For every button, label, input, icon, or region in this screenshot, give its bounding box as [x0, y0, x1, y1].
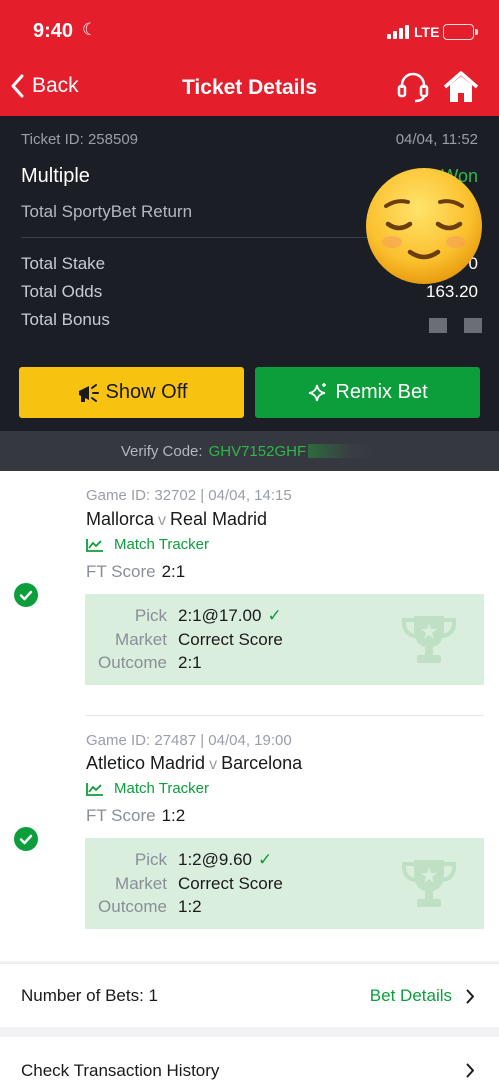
relieved-face-emoji [366, 168, 482, 284]
total-odds-label: Total Odds [21, 282, 103, 301]
home-icon [443, 71, 479, 102]
moon-icon: ☾ [82, 20, 98, 39]
market-label: Market [115, 630, 167, 649]
away-team: Barcelona [221, 753, 303, 773]
bonus-square-icon [429, 318, 447, 333]
chevron-right-icon [466, 989, 474, 1003]
match-teams: Mallorca v Real Madrid [86, 509, 267, 530]
pick-box: Pick 2:1@17.00 ✓ Market Correct Score Out… [85, 594, 484, 685]
pick-value-text: 1:2@9.60 [178, 850, 252, 869]
redacted-block [308, 444, 379, 458]
nav-bar: Back Ticket Details [0, 60, 499, 116]
chart-line-icon [86, 782, 103, 796]
home-team: Mallorca [86, 509, 155, 529]
outcome-value: 2:1 [178, 653, 202, 672]
bonus-flag-icon [464, 318, 482, 333]
game-id: Game ID: 32702 | 04/04, 14:15 [86, 487, 292, 504]
check-circle-icon [14, 827, 38, 851]
match-tracker-label: Match Tracker [114, 780, 210, 797]
away-team: Real Madrid [170, 509, 268, 529]
bet-count-label: Number of Bets: 1 [21, 986, 159, 1005]
check-icon: ✓ [267, 606, 282, 625]
match-teams: Atletico Madrid v Barcelona [86, 753, 302, 774]
bet-type: Multiple [21, 165, 90, 187]
market-value: Correct Score [178, 630, 283, 649]
outcome-label: Outcome [98, 897, 167, 916]
verify-code-value: GHV7152GHF [208, 442, 307, 460]
remix-bet-button[interactable]: Remix Bet [255, 367, 480, 418]
divider [21, 237, 399, 238]
trophy-icon [401, 616, 457, 663]
market-label: Market [115, 874, 167, 893]
show-off-button[interactable]: Show Off [19, 367, 244, 418]
verify-code-bar: Verify Code: GHV7152GHF [0, 431, 499, 471]
total-stake-label: Total Stake [21, 254, 106, 273]
chart-line-icon [86, 538, 103, 552]
match-tracker-label: Match Tracker [114, 536, 210, 553]
divider [86, 715, 484, 716]
bet-count-row: Number of Bets: 1 Bet Details [0, 963, 499, 1027]
signal-icon [387, 25, 409, 39]
home-button[interactable] [443, 71, 479, 108]
match-tracker-link[interactable]: Match Tracker [86, 536, 209, 553]
pick-value: 1:2@9.60 ✓ [178, 850, 272, 870]
pick-label: Pick [134, 850, 167, 869]
support-button[interactable] [396, 72, 430, 109]
show-off-label: Show Off [105, 381, 188, 403]
status-time: 9:40 [33, 20, 74, 42]
ticket-id: Ticket ID: 258509 [21, 131, 139, 148]
versus-label: v [158, 512, 167, 529]
bet-details-link[interactable]: Bet Details [370, 986, 475, 1006]
verify-code-label: Verify Code: [120, 442, 203, 460]
status-bar: 9:40 ☾ LTE [0, 0, 499, 60]
outcome-value: 1:2 [178, 897, 202, 916]
bet-details-label: Bet Details [369, 986, 452, 1005]
network-label: LTE [414, 24, 440, 40]
chevron-right-icon [466, 1063, 474, 1078]
remix-bet-label: Remix Bet [335, 381, 428, 403]
ticket-date: 04/04, 11:52 [395, 131, 478, 148]
transaction-history-row[interactable]: Check Transaction History [0, 1037, 499, 1080]
sparkle-icon [309, 382, 327, 401]
bonus-icons [429, 318, 482, 333]
check-circle-icon [14, 583, 38, 607]
pick-value: 2:1@17.00 ✓ [178, 606, 282, 626]
game-id: Game ID: 27487 | 04/04, 19:00 [86, 732, 292, 749]
outcome-label: Outcome [98, 653, 167, 672]
battery-icon [443, 24, 478, 40]
pick-box: Pick 1:2@9.60 ✓ Market Correct Score Outc… [85, 838, 484, 929]
game-list: Game ID: 32702 | 04/04, 14:15 Mallorca v R… [0, 471, 499, 961]
pick-label: Pick [134, 606, 167, 625]
versus-label: v [209, 756, 218, 773]
ft-score-value: 1:2 [161, 806, 186, 825]
total-return-label: Total SportyBet Return [21, 202, 193, 221]
ft-score: FT Score 1:2 [86, 806, 185, 826]
total-bonus-label: Total Bonus [21, 310, 110, 329]
megaphone-icon [78, 383, 99, 402]
trophy-icon [401, 860, 457, 907]
ft-score-label: FT Score [86, 562, 156, 581]
check-icon: ✓ [257, 850, 273, 869]
market-value: Correct Score [178, 874, 283, 893]
ft-score: FT Score 2:1 [86, 562, 185, 582]
match-tracker-link[interactable]: Match Tracker [86, 780, 209, 797]
transaction-history-label: Check Transaction History [21, 1061, 220, 1080]
home-team: Atletico Madrid [86, 753, 206, 773]
ft-score-value: 2:1 [161, 562, 186, 581]
ft-score-label: FT Score [86, 806, 156, 825]
headset-icon [397, 72, 429, 103]
pick-value-text: 2:1@17.00 [178, 606, 262, 625]
